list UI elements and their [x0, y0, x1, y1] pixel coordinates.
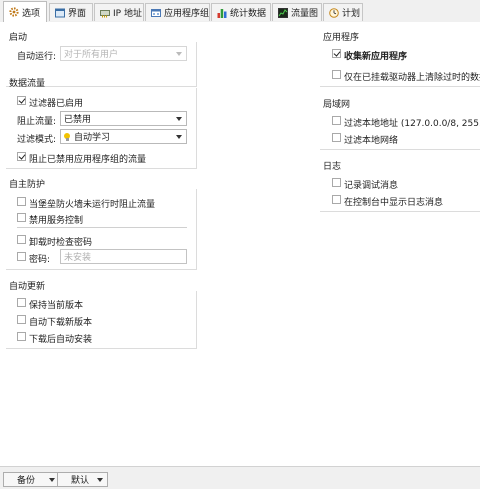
check-password-checkbox[interactable] — [17, 235, 26, 244]
disable-service-control-label: 禁用服务控制 — [29, 216, 84, 226]
block-traffic-value: 已禁用 — [64, 115, 92, 125]
bottom-bar: 备份 默认 — [0, 466, 480, 489]
password-field[interactable]: 未安装 — [60, 249, 187, 264]
chevron-down-icon — [97, 478, 103, 482]
tab-bar: 选项 界面 IP 地址 应用程序组 统计数据 流量图 计划 — [0, 0, 480, 23]
divider — [17, 227, 187, 228]
tab-interface[interactable]: 界面 — [49, 3, 93, 21]
lightbulb-icon — [64, 132, 70, 141]
show-in-console-label: 在控制台中显示日志消息 — [344, 198, 444, 208]
filter-lan-checkbox[interactable] — [332, 133, 341, 142]
tab-label: 选项 — [22, 8, 41, 19]
window-icon — [55, 8, 65, 18]
tab-ip-address[interactable]: IP 地址 — [94, 3, 144, 21]
traffic-graph-icon — [278, 7, 288, 18]
password-label: 密码: — [29, 255, 51, 265]
keep-current-label: 保持当前版本 — [29, 301, 84, 311]
filter-mode-label: 过滤模式: — [17, 135, 57, 145]
block-when-not-running-label: 当堡垒防火墙未运行时阻止流量 — [29, 200, 156, 210]
block-traffic-label: 阻止流量: — [17, 117, 57, 127]
tab-label: IP 地址 — [113, 9, 142, 19]
options-panel: 启动 自动运行: 对于所有用户 数据流量 过滤器已启用 阻止流量: 已禁用 过滤… — [0, 22, 480, 466]
app-group-icon — [151, 8, 161, 18]
chevron-down-icon — [176, 135, 182, 139]
tab-app-groups[interactable]: 应用程序组 — [145, 3, 210, 21]
block-traffic-select[interactable]: 已禁用 — [60, 111, 187, 126]
backup-button[interactable]: 备份 — [3, 472, 60, 487]
block-when-not-running-checkbox[interactable] — [17, 197, 26, 206]
defaults-label: 默认 — [71, 476, 90, 486]
auto-download-label: 自动下载新版本 — [29, 318, 93, 328]
tab-label: 计划 — [342, 9, 361, 19]
filter-mode-value: 自动学习 — [74, 133, 111, 143]
tab-label: 应用程序组 — [164, 9, 210, 19]
purge-on-mount-label: 仅在已挂载驱动器上清除过时的数据 — [344, 73, 480, 83]
autorun-value: 对于所有用户 — [64, 50, 119, 60]
collect-new-apps-checkbox[interactable] — [332, 49, 341, 58]
chevron-down-icon — [176, 117, 182, 121]
log-debug-label: 记录调试消息 — [344, 181, 399, 191]
tab-label: 流量图 — [291, 9, 319, 19]
gear-icon — [9, 7, 19, 17]
tab-traffic-graph[interactable]: 流量图 — [272, 3, 322, 21]
collect-new-apps-label: 收集新应用程序 — [344, 52, 408, 62]
password-placeholder: 未安装 — [64, 253, 92, 263]
tab-schedule[interactable]: 计划 — [323, 3, 363, 21]
bar-chart-icon — [217, 8, 227, 18]
disable-service-control-checkbox[interactable] — [17, 213, 26, 222]
chevron-down-icon — [176, 52, 182, 56]
block-disabled-apps-label: 阻止已禁用应用程序组的流量 — [29, 155, 147, 165]
filter-enabled-checkbox[interactable] — [17, 96, 26, 105]
auto-install-label: 下载后自动安装 — [29, 335, 93, 345]
filter-local-checkbox[interactable] — [332, 116, 341, 125]
auto-install-checkbox[interactable] — [17, 332, 26, 341]
keep-current-checkbox[interactable] — [17, 298, 26, 307]
tab-options[interactable]: 选项 — [3, 1, 47, 22]
network-card-icon — [100, 8, 110, 18]
password-checkbox[interactable] — [17, 252, 26, 261]
filter-mode-select[interactable]: 自动学习 — [60, 129, 187, 144]
filter-lan-label: 过滤本地网络 — [344, 136, 399, 146]
show-in-console-checkbox[interactable] — [332, 195, 341, 204]
filter-local-label: 过滤本地地址 (127.0.0.0/8, 255.255.2 — [344, 119, 480, 129]
log-debug-checkbox[interactable] — [332, 178, 341, 187]
purge-on-mount-checkbox[interactable] — [332, 70, 341, 79]
backup-label: 备份 — [17, 476, 36, 486]
defaults-button[interactable]: 默认 — [57, 472, 108, 487]
auto-download-checkbox[interactable] — [17, 315, 26, 324]
chevron-down-icon — [49, 478, 55, 482]
tab-label: 界面 — [68, 9, 87, 19]
autorun-label: 自动运行: — [17, 52, 57, 62]
tab-label: 统计数据 — [230, 9, 267, 19]
clock-icon — [329, 7, 339, 18]
block-disabled-apps-checkbox[interactable] — [17, 152, 26, 161]
tab-statistics[interactable]: 统计数据 — [211, 3, 271, 21]
autorun-select[interactable]: 对于所有用户 — [60, 46, 187, 61]
filter-enabled-label: 过滤器已启用 — [29, 99, 84, 109]
check-password-label: 卸载时检查密码 — [29, 238, 93, 248]
